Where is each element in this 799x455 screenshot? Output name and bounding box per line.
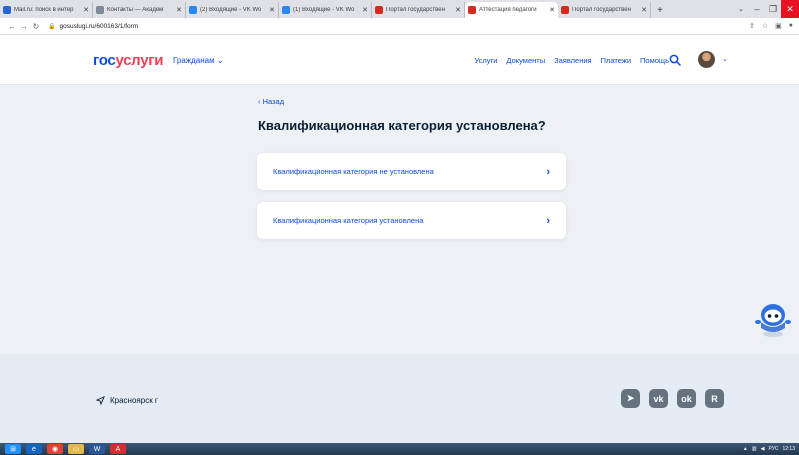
url-field[interactable]: 🔒 gosuslugi.ru/600163/1/form	[48, 20, 749, 33]
pdf-icon[interactable]: A	[110, 444, 126, 454]
nav-documents[interactable]: Документы	[506, 56, 545, 65]
chevron-down-icon[interactable]: ⌄	[722, 55, 728, 63]
top-nav: Услуги Документы Заявления Платежи Помощ…	[474, 56, 669, 65]
site-header: госуслуги Гражданам ⌄ Услуги Документы З…	[0, 35, 799, 85]
ie-icon[interactable]: e	[26, 444, 42, 454]
window-controls: ⌄ – ❐ ✕	[733, 0, 799, 18]
system-tray: ▲ ▥ ◀ РУС 12:13	[743, 443, 795, 455]
close-icon[interactable]: ✕	[455, 6, 461, 14]
browser-tab[interactable]: Контакты — Академ ✕	[93, 2, 186, 18]
nav-services[interactable]: Услуги	[474, 56, 497, 65]
chevron-right-icon: ›	[546, 214, 550, 227]
vk-icon	[189, 6, 197, 14]
gosuslugi-icon	[375, 6, 383, 14]
reload-icon[interactable]: ↻	[30, 22, 42, 31]
browser-tab-strip: Mail.ru: поиск в интер ✕ Контакты — Акаде…	[0, 0, 799, 18]
browser-tab[interactable]: Портал государствен ✕	[372, 2, 465, 18]
tab-search-icon[interactable]: ⌄	[733, 0, 749, 18]
page-title: Квалификационная категория установлена?	[258, 118, 546, 133]
vk-icon[interactable]: vk	[649, 389, 668, 408]
odnoklassniki-icon[interactable]: ok	[677, 389, 696, 408]
gosuslugi-logo[interactable]: госуслуги	[93, 52, 163, 69]
citizens-menu[interactable]: Гражданам ⌄	[173, 56, 224, 65]
nav-help[interactable]: Помощь	[640, 56, 669, 65]
close-icon[interactable]: ✕	[176, 6, 182, 14]
volume-icon[interactable]: ◀	[761, 446, 765, 452]
close-icon[interactable]: ✕	[362, 6, 368, 14]
browser-tab[interactable]: (2) Входящие - VK Wo ✕	[186, 2, 279, 18]
telegram-icon[interactable]: ➤	[621, 389, 640, 408]
os-taskbar: ⊞ e ◉ ▭ W A ▲ ▥ ◀ РУС 12:13	[0, 443, 799, 455]
chevron-right-icon: ›	[546, 165, 550, 178]
location-label: Красноярск г	[110, 396, 158, 405]
start-icon[interactable]: ⊞	[5, 444, 21, 454]
profile-icon[interactable]: ●	[789, 22, 793, 30]
browser-tab[interactable]: (1) Входящие - VK Wo ✕	[279, 2, 372, 18]
avatar[interactable]	[698, 51, 715, 68]
option-established[interactable]: Квалификационная категория установлена ›	[257, 202, 566, 239]
address-bar: ← → ↻ 🔒 gosuslugi.ru/600163/1/form ⇪ ☆ ▣…	[0, 18, 799, 35]
gosuslugi-icon	[468, 6, 476, 14]
maximize-icon[interactable]: ❐	[765, 0, 781, 18]
chrome-icon[interactable]: ◉	[47, 444, 63, 454]
gosuslugi-icon	[561, 6, 569, 14]
vk-icon	[282, 6, 290, 14]
back-arrow-icon[interactable]: ←	[6, 22, 18, 31]
nav-applications[interactable]: Заявления	[554, 56, 592, 65]
word-icon[interactable]: W	[89, 444, 105, 454]
forward-arrow-icon[interactable]: →	[18, 22, 30, 31]
close-icon[interactable]: ✕	[83, 6, 89, 14]
browser-tab[interactable]: Mail.ru: поиск в интер ✕	[0, 2, 93, 18]
new-tab-button[interactable]: +	[653, 2, 667, 18]
rutube-icon[interactable]: R	[705, 389, 724, 408]
window-close-icon[interactable]: ✕	[781, 0, 799, 18]
robot-assistant-icon[interactable]	[752, 298, 794, 340]
search-icon[interactable]	[669, 54, 681, 66]
site-icon	[96, 6, 104, 14]
close-icon[interactable]: ✕	[641, 6, 647, 14]
tray-flag-icon[interactable]: ▲	[743, 446, 748, 452]
folder-icon[interactable]: ▭	[68, 444, 84, 454]
minimize-icon[interactable]: –	[749, 0, 765, 18]
option-label: Квалификационная категория установлена	[273, 216, 424, 225]
close-icon[interactable]: ✕	[269, 6, 275, 14]
location-selector[interactable]: Красноярск г	[96, 396, 158, 405]
close-icon[interactable]: ✕	[549, 6, 555, 14]
back-link[interactable]: ‹ Назад	[258, 97, 284, 106]
site-footer: Красноярск г ➤ vk ok R	[0, 354, 799, 443]
clock[interactable]: 12:13	[782, 446, 795, 452]
url-text: gosuslugi.ru/600163/1/form	[59, 22, 139, 30]
tab-title: Mail.ru: поиск в интер	[14, 7, 74, 13]
language-indicator[interactable]: РУС	[768, 446, 778, 452]
tab-title: (1) Входящие - VK Wo	[293, 7, 355, 13]
nav-payments[interactable]: Платежи	[601, 56, 631, 65]
tab-title: Портал государствен	[386, 7, 445, 13]
tab-title: Аттестация педагоги	[479, 7, 537, 13]
option-not-established[interactable]: Квалификационная категория не установлен…	[257, 153, 566, 190]
tab-title: Портал государствен	[572, 7, 631, 13]
network-icon[interactable]: ▥	[752, 446, 757, 452]
option-label: Квалификационная категория не установлен…	[273, 167, 434, 176]
share-icon[interactable]: ⇪	[749, 22, 755, 30]
mailru-icon	[3, 6, 11, 14]
lock-icon: 🔒	[48, 23, 56, 30]
sidepanel-icon[interactable]: ▣	[775, 22, 782, 30]
social-links: ➤ vk ok R	[621, 389, 724, 408]
browser-tab[interactable]: Портал государствен ✕	[558, 2, 651, 18]
bookmark-star-icon[interactable]: ☆	[762, 22, 768, 30]
tab-title: (2) Входящие - VK Wo	[200, 7, 262, 13]
location-arrow-icon	[96, 396, 105, 405]
tab-title: Контакты — Академ	[107, 7, 164, 13]
browser-tab-active[interactable]: Аттестация педагоги ✕	[465, 2, 558, 18]
